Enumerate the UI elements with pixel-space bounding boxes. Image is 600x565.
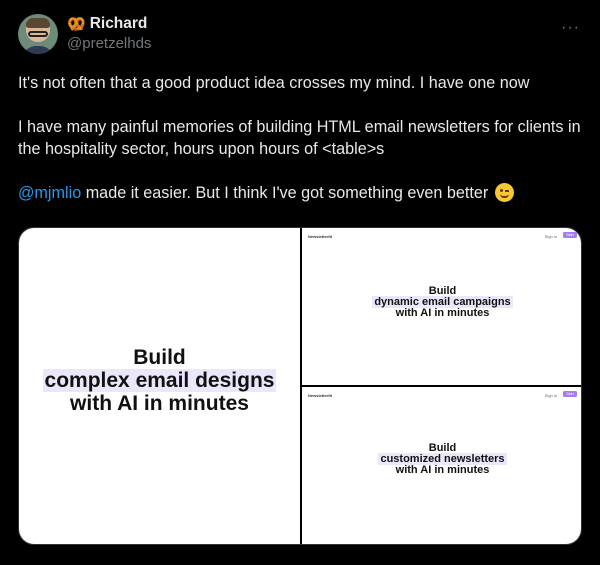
headline-3: Build customized newsletters with AI in …	[302, 443, 581, 476]
media-image-1[interactable]: Build complex email designs with AI in m…	[19, 228, 300, 544]
media-image-2[interactable]: Newsletterfit Sign in Start free Build d…	[302, 228, 581, 385]
mini-signin: Sign in	[544, 393, 557, 398]
headline-2-tail: with AI in minutes	[395, 307, 490, 319]
user-handle[interactable]: @pretzelhds	[67, 36, 151, 51]
tweet-line-2: I have many painful memories of building…	[18, 118, 581, 158]
winking-face-icon	[494, 183, 514, 202]
pretzel-icon: 🥨	[67, 15, 86, 33]
headline-1: Build complex email designs with AI in m…	[19, 346, 300, 415]
avatar-glasses	[28, 31, 48, 37]
headline-1-tail: with AI in minutes	[70, 392, 249, 415]
display-name[interactable]: Richard	[90, 16, 148, 32]
headline-2: Build dynamic email campaigns with AI in…	[302, 286, 581, 319]
mini-logo: Newsletterfit	[308, 234, 333, 239]
author-names: 🥨 Richard @pretzelhds	[67, 14, 151, 51]
avatar-hair	[26, 18, 50, 28]
name-row: 🥨 Richard	[67, 14, 151, 34]
media-grid: Build complex email designs with AI in m…	[18, 227, 582, 545]
avatar-shirt	[22, 46, 54, 54]
tweet-line-3-text: made it easier. But I think I've got som…	[81, 184, 489, 202]
avatar[interactable]	[18, 14, 58, 54]
headline-3-tail: with AI in minutes	[395, 464, 490, 476]
mini-logo: Newsletterfit	[308, 393, 333, 398]
mini-signin: Sign in	[544, 234, 557, 239]
more-options-icon[interactable]: ···	[561, 20, 580, 36]
tweet-text: It's not often that a good product idea …	[18, 72, 582, 204]
tweet: 🥨 Richard @pretzelhds ··· It's not often…	[0, 0, 600, 565]
tweet-line-1: It's not often that a good product idea …	[18, 74, 530, 92]
headline-1-word: Build	[133, 346, 186, 369]
media-image-3[interactable]: Newsletterfit Sign in Start free Build c…	[302, 387, 581, 544]
mention-link[interactable]: @mjmlio	[18, 184, 81, 202]
mini-cta-button: Start free	[563, 232, 577, 243]
tweet-header: 🥨 Richard @pretzelhds	[18, 14, 582, 58]
headline-1-highlight: complex email designs	[42, 369, 277, 392]
mini-cta-button: Start free	[563, 391, 577, 402]
tweet-line-3: @mjmlio made it easier. But I think I've…	[18, 182, 582, 204]
